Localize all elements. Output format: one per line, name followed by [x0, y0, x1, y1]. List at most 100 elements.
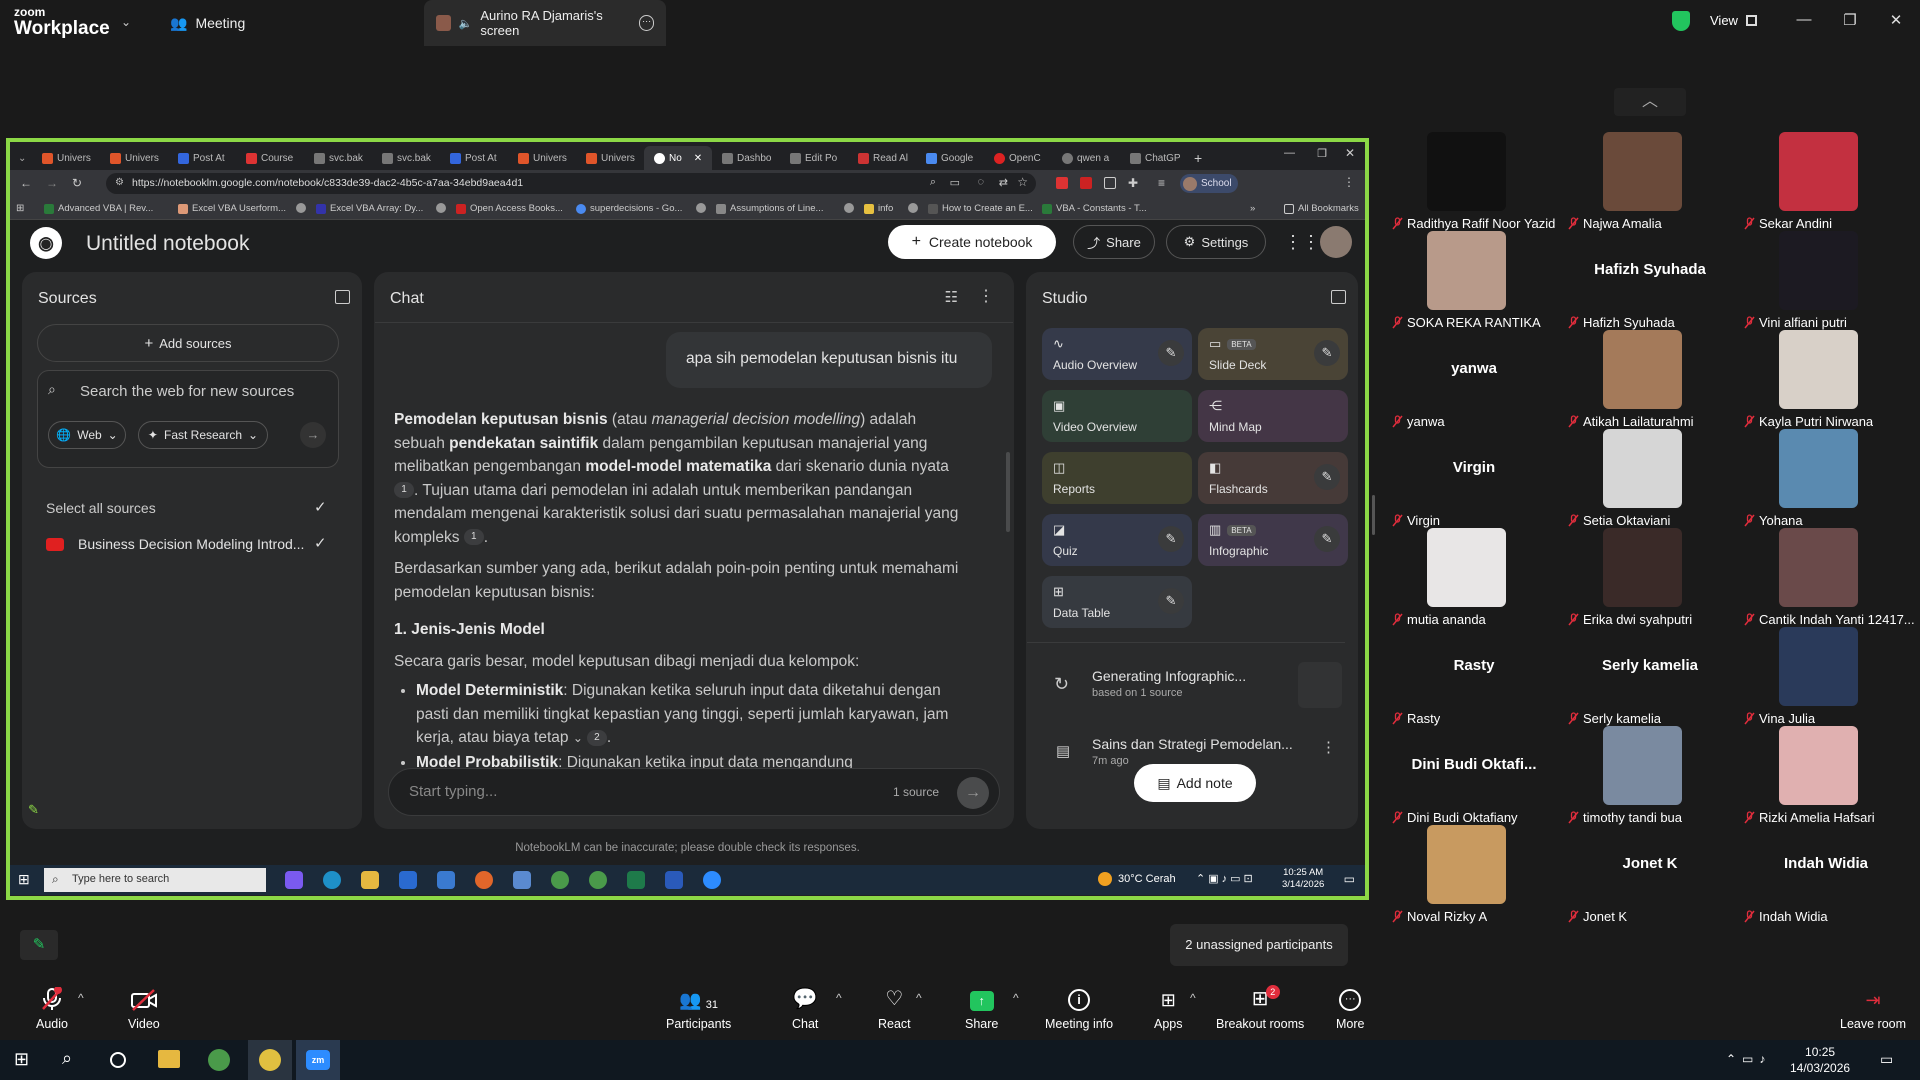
chat-input-box[interactable]: Start typing... 1 source → — [388, 768, 1000, 816]
kebab-menu-icon[interactable]: ⋮ — [1321, 738, 1336, 756]
participant-tile[interactable]: Cantik Indah Yanti 12417... — [1738, 528, 1915, 627]
participant-tile[interactable]: Kayla Putri Nirwana — [1738, 330, 1914, 429]
more-button[interactable]: ··· More — [1336, 989, 1364, 1031]
bookmark[interactable]: Advanced VBA | Rev... — [44, 203, 153, 214]
participant-tile[interactable]: Atikah Lailaturahmi — [1562, 330, 1738, 429]
apps-button[interactable]: ⊞ Apps — [1154, 989, 1183, 1031]
apps-grid-icon[interactable]: ⊞ — [16, 203, 24, 214]
browser-tab[interactable]: Univers — [100, 146, 168, 170]
chat-input[interactable]: Start typing... — [409, 783, 497, 800]
participant-tile[interactable]: Vini alfiani putri — [1738, 231, 1914, 330]
extension-icon[interactable] — [1080, 177, 1092, 189]
minimize-icon[interactable]: — — [1794, 11, 1814, 31]
infographic-tile[interactable]: ▥ BETA Infographic ✎ — [1198, 514, 1348, 566]
browser-tab[interactable]: Univers — [32, 146, 100, 170]
participant-tile[interactable]: yanwa yanwa — [1386, 330, 1562, 429]
flashcards-tile[interactable]: ◧ Flashcards ✎ — [1198, 452, 1348, 504]
store-icon[interactable] — [399, 871, 417, 889]
apps-grid-icon[interactable]: ⋮⋮ — [1284, 232, 1320, 253]
excel-icon[interactable] — [627, 871, 645, 889]
split-handle[interactable] — [1372, 495, 1375, 535]
browser-tab[interactable]: OpenC — [984, 146, 1052, 170]
browser-tab[interactable]: Google — [916, 146, 984, 170]
extension-icon[interactable] — [1056, 177, 1068, 189]
bookmark[interactable] — [908, 203, 918, 213]
browser-tab[interactable]: Post At — [440, 146, 508, 170]
react-caret-icon[interactable]: ^ — [916, 991, 922, 1005]
task-view-icon[interactable] — [110, 1052, 126, 1068]
browser-tab[interactable]: ChatGP — [1120, 146, 1188, 170]
add-note-button[interactable]: ▤ Add note — [1134, 764, 1256, 802]
browser-minimize-icon[interactable]: — — [1284, 147, 1295, 159]
browser-tab-active[interactable]: No ✕ — [644, 146, 712, 170]
edit-pencil-icon[interactable]: ✎ — [1158, 526, 1184, 552]
browser-tab[interactable]: Post At — [168, 146, 236, 170]
audio-overview-tile[interactable]: ∿ Audio Overview ✎ — [1042, 328, 1192, 380]
quiz-tile[interactable]: ◪ Quiz ✎ — [1042, 514, 1192, 566]
edit-pencil-icon[interactable]: ✎ — [1314, 464, 1340, 490]
unassigned-participants-badge[interactable]: 2 unassigned participants — [1170, 924, 1348, 966]
browser-restore-icon[interactable]: ❐ — [1317, 147, 1327, 160]
chat-caret-icon[interactable]: ^ — [836, 991, 842, 1005]
bookmark[interactable] — [696, 203, 706, 213]
bookmark[interactable]: info — [864, 203, 893, 214]
apps-caret-icon[interactable]: ^ — [1190, 991, 1196, 1005]
zoom-icon[interactable] — [703, 871, 721, 889]
chrome-icon[interactable] — [551, 871, 569, 889]
participant-tile[interactable]: Noval Rizky A — [1386, 825, 1562, 924]
browser-tab[interactable]: Univers — [508, 146, 576, 170]
start-icon[interactable]: ⊞ — [18, 871, 30, 888]
zoom-taskbar-button[interactable]: zm — [296, 1040, 340, 1080]
collapse-panel-icon[interactable] — [1331, 290, 1346, 304]
participants-button[interactable]: 👥 31 Participants — [666, 989, 731, 1031]
app-icon[interactable] — [513, 871, 531, 889]
browser-tab[interactable]: svc.bak — [304, 146, 372, 170]
citation-chip[interactable]: 2 — [586, 729, 607, 746]
tray-icons[interactable]: ⌃▣♪▭⊡ — [1196, 872, 1256, 885]
avatar[interactable] — [1320, 226, 1352, 258]
participant-tile[interactable]: Rasty Rasty — [1386, 627, 1562, 726]
translate-icon[interactable]: ⇄ — [999, 176, 1008, 189]
leave-room-button[interactable]: ⇥ Leave room — [1840, 989, 1906, 1031]
participant-tile[interactable]: timothy tandi bua — [1562, 726, 1738, 825]
share-button[interactable]: ⤴ Share — [1073, 225, 1155, 259]
word-icon[interactable] — [665, 871, 683, 889]
bookmark[interactable]: Assumptions of Line... — [716, 203, 823, 214]
react-button[interactable]: ♡ React — [878, 988, 911, 1031]
participant-tile[interactable]: Virgin Virgin — [1386, 429, 1562, 528]
cast-icon[interactable]: ▭ — [950, 176, 960, 189]
participant-tile[interactable]: Serly kamelia Serly kamelia — [1562, 627, 1738, 726]
source-checkbox[interactable]: ✓ — [314, 534, 327, 552]
kebab-menu-icon[interactable]: ⋮ — [1343, 175, 1355, 189]
system-tray-icons[interactable]: ⌃▭♪ — [1726, 1052, 1771, 1066]
bookmark[interactable]: VBA - Constants - T... — [1042, 203, 1147, 214]
create-notebook-button[interactable]: + Create notebook — [888, 225, 1056, 259]
browser-tab[interactable]: Edit Po — [780, 146, 848, 170]
browser-tab[interactable]: Dashbo — [712, 146, 780, 170]
source-item[interactable]: Business Decision Modeling Introd... — [78, 536, 304, 552]
share-screen-button[interactable]: ↑ Share — [965, 989, 998, 1031]
chevron-down-icon[interactable]: ⌄ — [121, 15, 131, 29]
notification-icon[interactable]: ▭ — [1344, 872, 1355, 886]
browser-tab[interactable]: Course — [236, 146, 304, 170]
participant-tile[interactable]: Dini Budi Oktafi... Dini Budi Oktafiany — [1386, 726, 1562, 825]
browser-tab[interactable]: Read Al — [848, 146, 916, 170]
search-icon[interactable]: ⌕ — [62, 1048, 72, 1069]
tab-close-icon[interactable]: ✕ — [694, 153, 702, 164]
search-input[interactable]: Search the web for new sources — [80, 383, 294, 400]
slide-deck-tile[interactable]: ▭ BETA Slide Deck ✎ — [1198, 328, 1348, 380]
chrome-icon[interactable] — [589, 871, 607, 889]
edit-pencil-icon[interactable]: ✎ — [1314, 340, 1340, 366]
firefox-icon[interactable] — [475, 871, 493, 889]
extension-icon[interactable] — [1104, 177, 1116, 189]
participant-tile[interactable]: Radithya Rafif Noor Yazid — [1386, 132, 1562, 231]
zoom-icon[interactable]: ⌕ — [930, 176, 936, 189]
bookmark[interactable]: Excel VBA Array: Dy... — [316, 203, 423, 214]
notebook-title[interactable]: Untitled notebook — [86, 232, 249, 256]
breakout-rooms-button[interactable]: ⊞ 2 Breakout rooms — [1216, 985, 1304, 1031]
eye-off-icon[interactable]: ◌ — [977, 176, 984, 188]
participant-tile[interactable]: Hafizh Syuhada Hafizh Syuhada — [1562, 231, 1738, 330]
collapse-gallery-icon[interactable]: ︿ — [1614, 88, 1686, 116]
kebab-menu-icon[interactable]: ⋮ — [978, 286, 994, 306]
participant-tile[interactable]: Setia Oktaviani — [1562, 429, 1738, 528]
